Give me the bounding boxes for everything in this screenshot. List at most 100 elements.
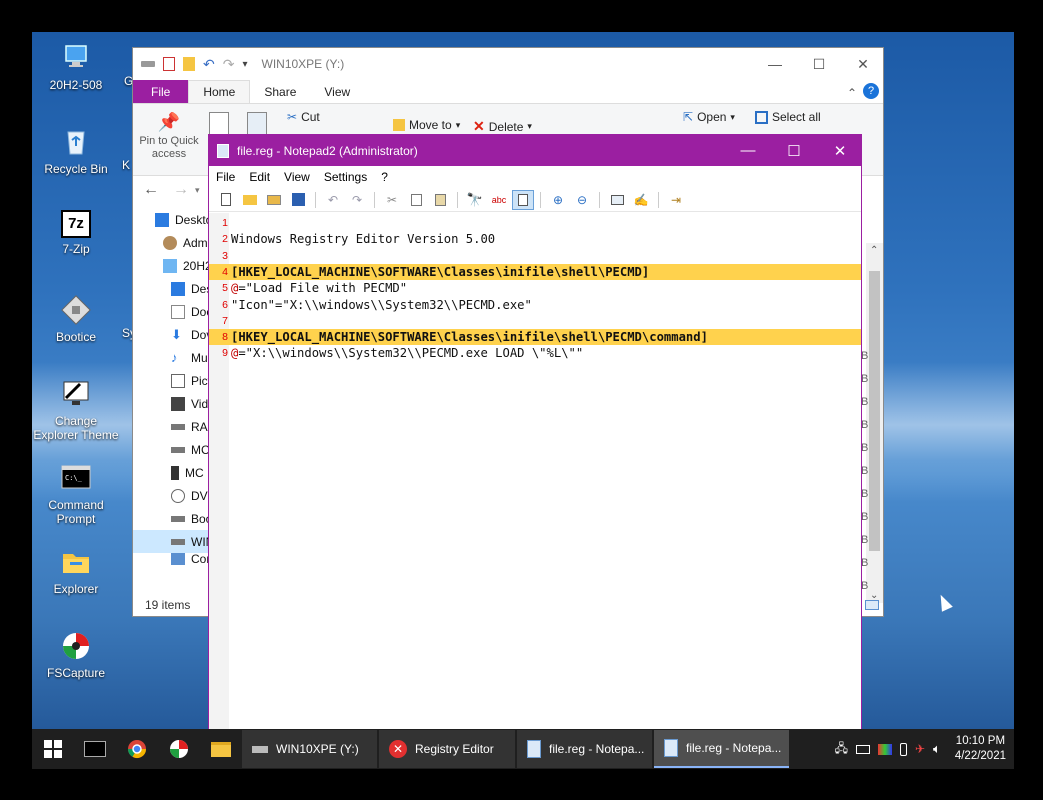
nav-item-this-pc[interactable]: 20H2	[133, 254, 213, 277]
close-button[interactable]: ✕	[817, 135, 863, 166]
usb-icon[interactable]	[899, 742, 907, 756]
nav-item-boot[interactable]: Boo	[133, 507, 213, 530]
taskbar-button-notepad-2[interactable]: file.reg - Notepa...	[654, 730, 789, 768]
scheme-icon[interactable]	[606, 190, 628, 210]
desktop-icon-change-theme[interactable]: Change Explorer Theme	[32, 378, 120, 442]
display-icon[interactable]	[877, 743, 892, 755]
text-editor[interactable]: 1 2 Windows Registry Editor Version 5.00 3 4…	[209, 213, 861, 733]
nav-item-control[interactable]: Cont	[133, 553, 213, 565]
cut-button[interactable]: ✂ Cut	[287, 110, 320, 124]
properties-icon[interactable]	[163, 57, 175, 71]
maximize-button[interactable]: ☐	[771, 135, 817, 166]
zoom-in-icon[interactable]: ⊕	[547, 190, 569, 210]
recent-locations-icon[interactable]: ▾	[195, 185, 200, 196]
volume-icon[interactable]: 🔈︎	[933, 741, 941, 757]
keyboard-icon[interactable]	[855, 744, 870, 754]
nav-item-mc-1[interactable]: MC	[133, 438, 213, 461]
paste-icon[interactable]	[429, 190, 451, 210]
find-icon[interactable]: 🔭	[464, 190, 486, 210]
redo-icon[interactable]: ↷	[346, 190, 368, 210]
undo-icon[interactable]: ↶	[203, 56, 215, 73]
minimize-button[interactable]: —	[725, 135, 771, 166]
back-icon[interactable]: ←	[143, 181, 159, 199]
copy-icon[interactable]	[405, 190, 427, 210]
customize-schemes-icon[interactable]: ✍	[630, 190, 652, 210]
taskbar-button-notepad-1[interactable]: file.reg - Notepa...	[517, 730, 652, 768]
editor-line[interactable]: 9 @="X:\\windows\\System32\\PECMD.exe LOA…	[209, 345, 861, 361]
editor-line[interactable]: 6 "Icon"="X:\\windows\\System32\\PECMD.ex…	[209, 297, 861, 313]
desktop-icon-fscapture[interactable]: FSCapture	[32, 630, 120, 680]
close-button[interactable]: ✕	[841, 48, 885, 80]
tab-home[interactable]: Home	[188, 80, 251, 103]
undo-icon[interactable]: ↶	[322, 190, 344, 210]
open-button[interactable]: ⇱ Open ▾	[683, 110, 735, 124]
start-button[interactable]	[32, 729, 74, 769]
explorer-taskbar-icon[interactable]	[200, 729, 242, 769]
editor-line[interactable]: 1	[209, 215, 861, 231]
menu-edit[interactable]: Edit	[249, 170, 270, 184]
editor-line[interactable]: 2 Windows Registry Editor Version 5.00	[209, 231, 861, 247]
tab-file[interactable]: File	[133, 80, 189, 103]
new-folder-icon[interactable]	[183, 57, 195, 71]
maximize-button[interactable]: ☐	[797, 48, 841, 80]
nav-item-documents[interactable]: Doc	[133, 300, 213, 323]
forward-icon[interactable]: →	[173, 181, 189, 199]
nav-item-mc-2[interactable]: MC	[133, 461, 213, 484]
tab-share[interactable]: Share	[250, 80, 310, 103]
editor-line[interactable]: 8 [HKEY_LOCAL_MACHINE\SOFTWARE\Classes\in…	[209, 329, 861, 346]
exit-icon[interactable]: ⇥	[665, 190, 687, 210]
browse-icon[interactable]	[263, 190, 285, 210]
desktop-icon-command-prompt[interactable]: C:\_ Command Prompt	[32, 462, 120, 526]
vertical-scrollbar[interactable]: ⌃ ⌄	[866, 243, 883, 603]
word-wrap-icon[interactable]	[512, 189, 534, 210]
menu-file[interactable]: File	[216, 170, 235, 184]
editor-line[interactable]: 3	[209, 248, 861, 264]
nav-item-videos[interactable]: Vide	[133, 392, 213, 415]
new-file-icon[interactable]	[215, 190, 237, 210]
nav-item-desktop[interactable]: Deskto	[133, 208, 213, 231]
taskbar-button-registry-editor[interactable]: ✕ Registry Editor	[379, 730, 515, 768]
desktop-icon-recycle-bin[interactable]: Recycle Bin	[32, 126, 120, 176]
pin-icon[interactable]: ✈	[915, 742, 925, 756]
scroll-up-icon[interactable]: ⌃	[870, 245, 878, 256]
menu-help[interactable]: ?	[381, 170, 388, 184]
nav-item-ram[interactable]: RAM	[133, 415, 213, 438]
replace-icon[interactable]: abc	[488, 190, 510, 210]
nav-item-music[interactable]: ♪ Mu	[133, 346, 213, 369]
chrome-icon[interactable]	[116, 729, 158, 769]
redo-icon[interactable]: ↷	[223, 56, 235, 73]
select-all-button[interactable]: Select all	[755, 110, 821, 124]
desktop-icon-explorer[interactable]: Explorer	[32, 546, 120, 596]
taskbar-button-explorer[interactable]: WIN10XPE (Y:)	[242, 730, 377, 768]
nav-item-pictures[interactable]: Pict	[133, 369, 213, 392]
nav-item-desktop-folder[interactable]: Des	[133, 277, 213, 300]
nav-item-admin[interactable]: Adm	[133, 231, 213, 254]
desktop-icon-20h2[interactable]: 20H2-508	[32, 42, 120, 92]
desktop-icon-7zip[interactable]: 7z 7-Zip	[32, 210, 120, 256]
pin-quick-access-button[interactable]: 📌 Pin to Quick access	[139, 112, 199, 161]
desktop-icon-bootice[interactable]: Bootice	[32, 294, 120, 344]
editor-line[interactable]: 5 @="Load File with PECMD"	[209, 280, 861, 296]
customize-qat-icon[interactable]: ▾	[242, 59, 247, 70]
help-icon[interactable]: ?	[863, 83, 879, 99]
save-icon[interactable]	[287, 190, 309, 210]
cut-icon[interactable]: ✂	[381, 190, 403, 210]
tab-view[interactable]: View	[310, 80, 364, 103]
nav-item-win10xpe[interactable]: WIN	[133, 530, 213, 553]
delete-button[interactable]: ✕ Delete ▾	[473, 118, 532, 135]
nav-item-downloads[interactable]: ⬇ Dov	[133, 323, 213, 346]
minimize-button[interactable]: —	[753, 48, 797, 80]
open-file-icon[interactable]	[239, 190, 261, 210]
nav-item-dvd[interactable]: DVD	[133, 484, 213, 507]
clock[interactable]: 10:10 PM 4/22/2021	[955, 734, 1006, 764]
cmd-taskbar-icon[interactable]	[74, 729, 116, 769]
fscapture-taskbar-icon[interactable]	[158, 729, 200, 769]
scrollbar-thumb[interactable]	[869, 271, 880, 551]
move-to-button[interactable]: Move to ▾	[393, 118, 460, 132]
menu-settings[interactable]: Settings	[324, 170, 367, 184]
editor-line[interactable]: 7	[209, 313, 861, 329]
zoom-out-icon[interactable]: ⊖	[571, 190, 593, 210]
editor-line[interactable]: 4 [HKEY_LOCAL_MACHINE\SOFTWARE\Classes\in…	[209, 263, 861, 280]
network-icon[interactable]: 🖧	[835, 739, 848, 760]
view-toggle-icon[interactable]	[865, 600, 879, 610]
